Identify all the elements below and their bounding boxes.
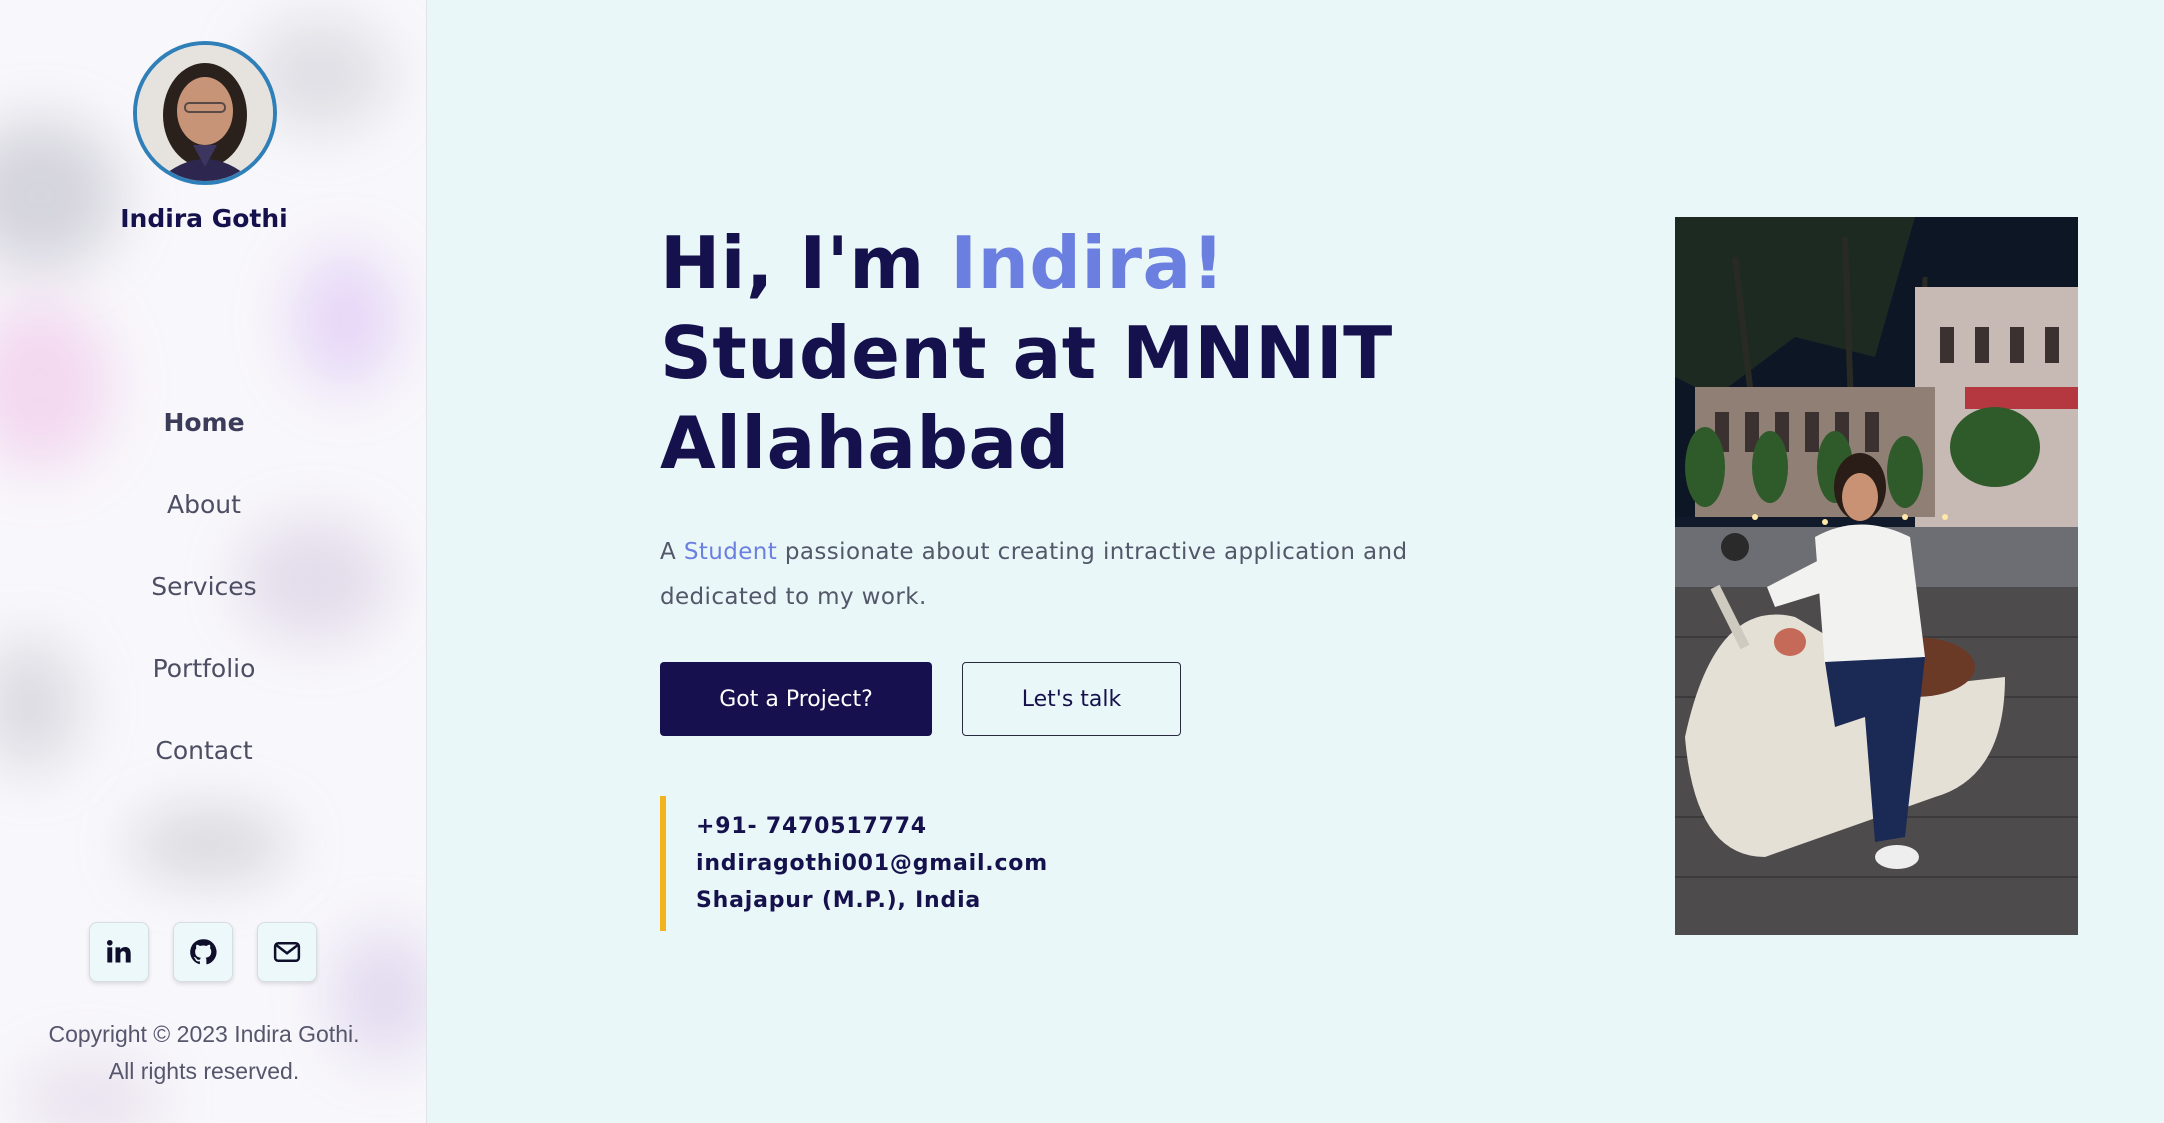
main-nav: Home About Services Portfolio Contact <box>0 400 408 810</box>
decor-blur <box>0 120 120 270</box>
hero-description: A Student passionate about creating intr… <box>660 530 1440 620</box>
heading-line-1: Hi, I'm Indira! <box>660 218 1520 308</box>
contact-phone: +91- 7470517774 <box>696 814 927 839</box>
linkedin-icon <box>106 939 131 963</box>
contact-email: indiragothi001@gmail.com <box>696 851 1048 876</box>
lets-talk-button[interactable]: Let's talk <box>962 662 1181 736</box>
copyright-line: Copyright © 2023 Indira Gothi. <box>48 1021 360 1047</box>
name-accent: Indira! <box>950 221 1225 305</box>
mail-icon <box>273 942 301 962</box>
nav-item-about[interactable]: About <box>0 482 408 564</box>
nav-item-services[interactable]: Services <box>0 564 408 646</box>
desc-accent: Student <box>683 539 778 565</box>
hero-section: Hi, I'm Indira! Student at MNNIT Allahab… <box>660 218 1520 931</box>
nav-item-home[interactable]: Home <box>0 400 408 482</box>
github-icon <box>190 939 217 965</box>
hero-photo <box>1675 217 2078 935</box>
avatar <box>133 41 277 185</box>
heading-line-3: Allahabad <box>660 401 1070 485</box>
heading-line-2: Student at MNNIT <box>660 311 1393 395</box>
profile-name: Indira Gothi <box>120 204 288 233</box>
decor-blur <box>130 810 290 880</box>
decor-blur <box>290 250 400 390</box>
social-links <box>89 922 317 982</box>
linkedin-link[interactable] <box>89 922 149 982</box>
copyright: Copyright © 2023 Indira Gothi. All right… <box>0 1016 408 1090</box>
github-link[interactable] <box>173 922 233 982</box>
contact-info: +91- 7470517774 indiragothi001@gmail.com… <box>660 796 1520 931</box>
hero-photo-image <box>1675 217 2078 935</box>
nav-item-contact[interactable]: Contact <box>0 728 408 810</box>
desc-prefix: A <box>660 539 684 565</box>
copyright-line: All rights reserved. <box>108 1058 300 1084</box>
email-link[interactable] <box>257 922 317 982</box>
contact-location: Shajapur (M.P.), India <box>696 888 982 913</box>
avatar-portrait-image <box>137 45 273 181</box>
nav-item-portfolio[interactable]: Portfolio <box>0 646 408 728</box>
hero-heading: Hi, I'm Indira! Student at MNNIT Allahab… <box>660 218 1520 488</box>
got-a-project-button[interactable]: Got a Project? <box>660 662 932 736</box>
greeting-text: Hi, I'm <box>660 221 951 305</box>
sidebar: Indira Gothi Home About Services Portfol… <box>0 0 427 1123</box>
hero-actions: Got a Project? Let's talk <box>660 662 1520 736</box>
